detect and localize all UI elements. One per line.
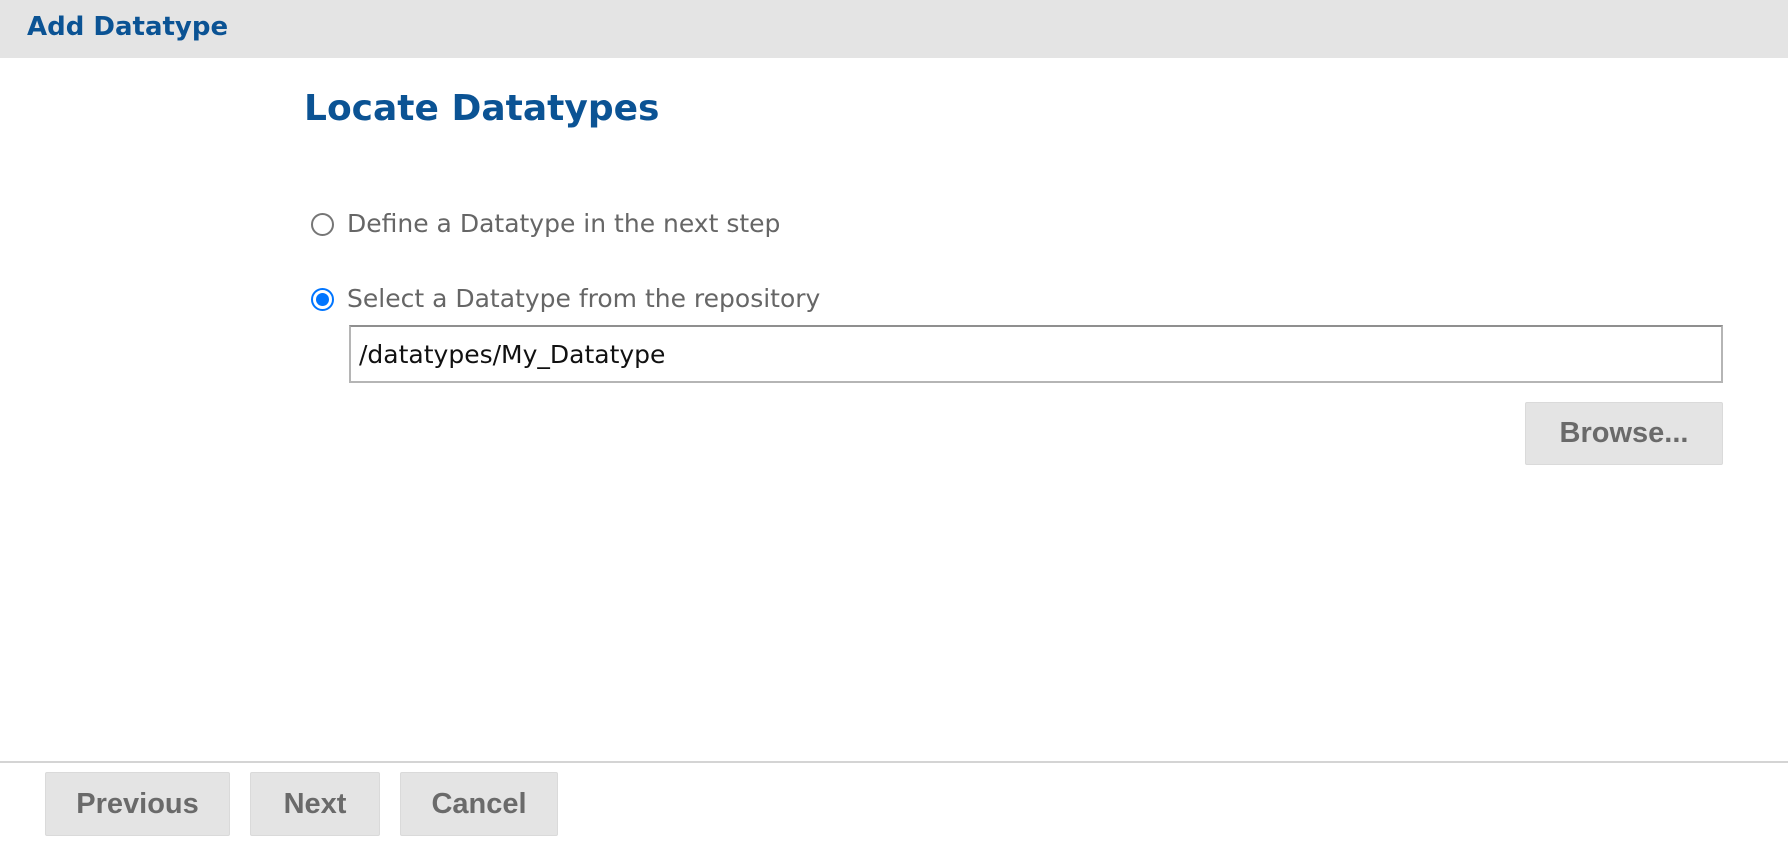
previous-button[interactable]: Previous bbox=[45, 772, 230, 836]
browse-button[interactable]: Browse... bbox=[1525, 402, 1723, 465]
title-bar: Add Datatype bbox=[0, 0, 1788, 58]
datatype-path-input[interactable] bbox=[349, 325, 1723, 383]
option-define-datatype[interactable]: Define a Datatype in the next step bbox=[311, 207, 780, 241]
next-button[interactable]: Next bbox=[250, 772, 380, 836]
footer-divider bbox=[0, 761, 1788, 763]
option-select-from-repository[interactable]: Select a Datatype from the repository bbox=[311, 282, 820, 316]
radio-select-from-repository[interactable] bbox=[311, 287, 334, 311]
window-title: Add Datatype bbox=[27, 12, 229, 42]
cancel-button[interactable]: Cancel bbox=[400, 772, 558, 836]
radio-define-datatype[interactable] bbox=[311, 212, 334, 236]
option-define-datatype-label[interactable]: Define a Datatype in the next step bbox=[347, 207, 780, 241]
page-title: Locate Datatypes bbox=[304, 88, 660, 129]
option-select-from-repository-label[interactable]: Select a Datatype from the repository bbox=[347, 282, 820, 316]
